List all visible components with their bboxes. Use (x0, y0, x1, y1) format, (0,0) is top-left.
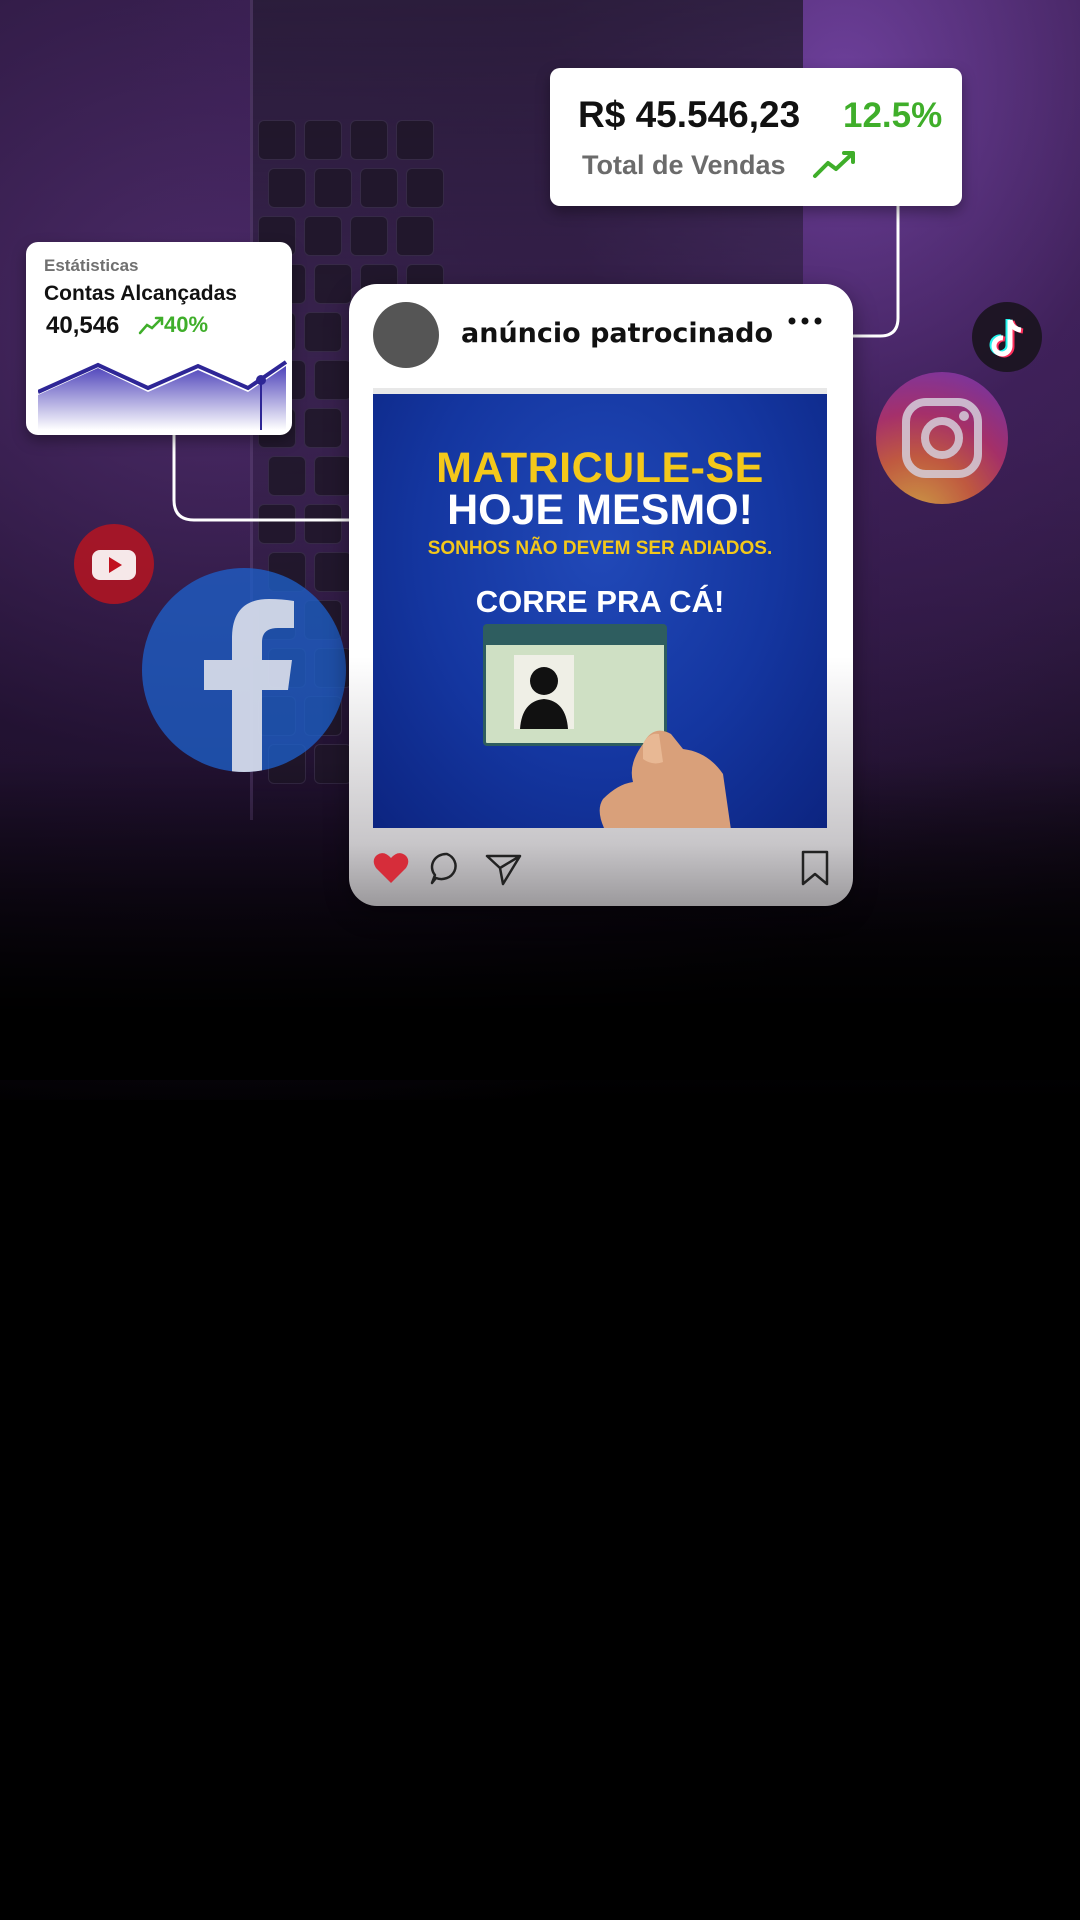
keyboard-key (350, 216, 388, 256)
stats-title: Estátisticas (44, 256, 139, 275)
keyboard-key (350, 120, 388, 160)
keyboard-key (268, 456, 306, 496)
tiktok-icon[interactable] (972, 302, 1042, 372)
keyboard-key (406, 168, 444, 208)
instagram-icon[interactable] (876, 372, 1008, 504)
post-actions (349, 844, 853, 888)
avatar[interactable] (373, 302, 439, 368)
facebook-icon[interactable] (142, 568, 346, 772)
sales-amount: R$ 45.546,23 (578, 94, 801, 135)
keyboard-key (258, 504, 296, 544)
ad-call-to-action: CORRE PRA CÁ! (475, 584, 725, 619)
bookmark-icon[interactable] (795, 848, 835, 888)
more-horizontal-icon[interactable] (787, 314, 823, 328)
stats-card: Estátisticas Contas Alcançadas 40,546 40… (26, 242, 292, 435)
keyboard-key (314, 168, 352, 208)
post-card: anúncio patrocinado MATRICULE-SE HOJE ME… (349, 284, 853, 906)
keyboard-key (268, 168, 306, 208)
ad-headline-2: HOJE MESMO! (447, 486, 753, 534)
keyboard-key (360, 168, 398, 208)
stats-heading: Contas Alcançadas (44, 282, 237, 305)
sales-card: R$ 45.546,23 12.5% Total de Vendas (550, 68, 962, 206)
keyboard-key (396, 216, 434, 256)
youtube-icon[interactable] (74, 524, 154, 604)
keyboard-key (304, 312, 342, 352)
keyboard-key (314, 552, 352, 592)
keyboard-key (304, 504, 342, 544)
comment-icon[interactable] (427, 848, 467, 888)
ad-subtitle: SONHOS NÃO DEVEM SER ADIADOS. (427, 538, 773, 559)
post-username[interactable]: anúncio patrocinado (461, 318, 773, 349)
keyboard-key (304, 216, 342, 256)
keyboard-key (314, 360, 352, 400)
sales-percent: 12.5% (843, 96, 943, 135)
reach-sparkline (38, 360, 288, 430)
keyboard-key (258, 120, 296, 160)
keyboard-key (396, 120, 434, 160)
share-icon[interactable] (483, 848, 523, 888)
sales-label: Total de Vendas (582, 150, 786, 180)
heart-icon[interactable] (371, 848, 411, 888)
keyboard-key (314, 264, 352, 304)
keyboard-key (304, 120, 342, 160)
keyboard-key (314, 456, 352, 496)
post-image[interactable]: MATRICULE-SE HOJE MESMO! SONHOS NÃO DEVE… (373, 388, 827, 828)
keyboard-key (304, 408, 342, 448)
trending-up-icon (813, 151, 855, 178)
hand-image (599, 730, 731, 828)
